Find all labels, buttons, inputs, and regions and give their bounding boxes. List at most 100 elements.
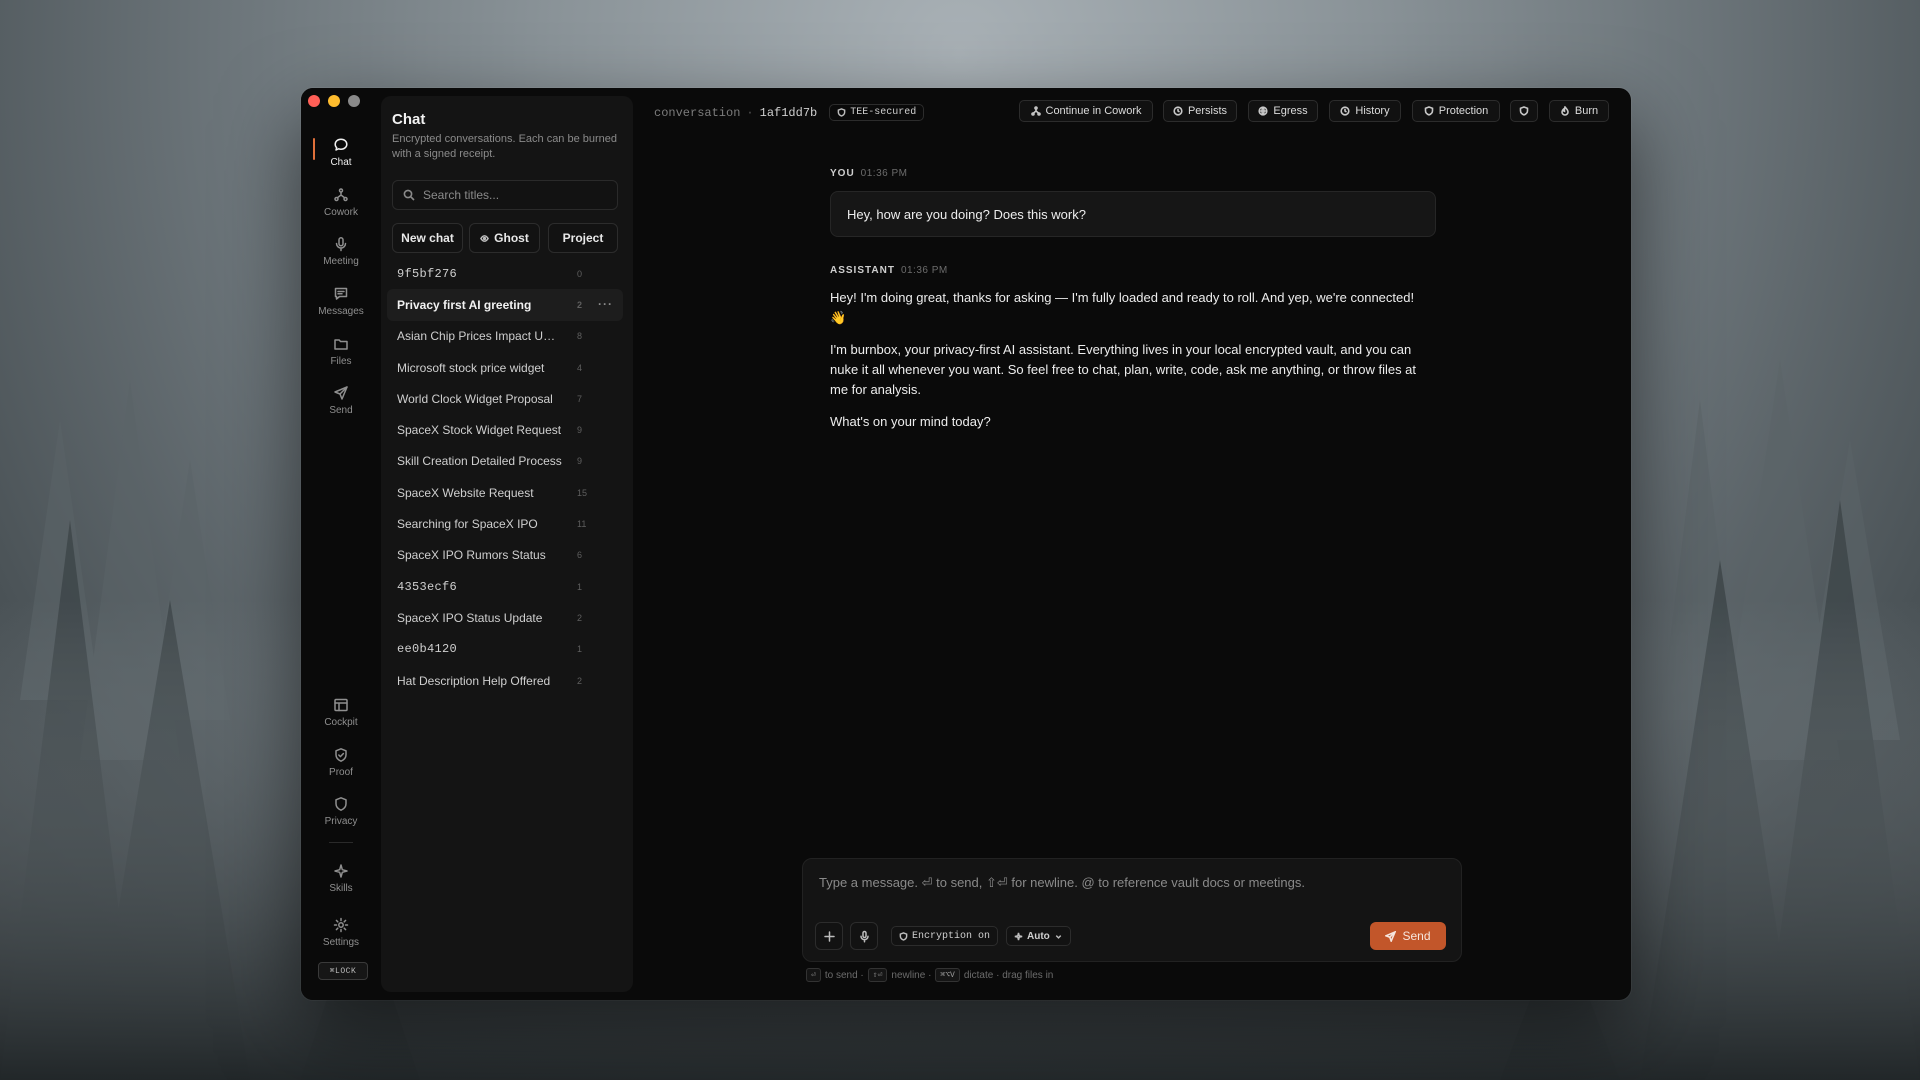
nav-skills-label: Skills [329,882,353,894]
conversation-item[interactable]: Hat Description Help Offered 2 [387,665,623,696]
rail-divider [329,842,353,843]
user-role-label: YOU [830,168,855,179]
nav-cockpit-label: Cockpit [324,716,358,728]
assistant-message-time: 01:36 PM [900,265,948,276]
crumb-separator: · [746,105,754,120]
conversation-title: Asian Chip Prices Impact US Markets [397,329,563,344]
nav-send[interactable]: Send [311,378,371,422]
message-count: 2 [577,612,583,623]
nav-settings[interactable]: Settings [311,910,371,954]
nav-proof[interactable]: Proof [311,740,371,784]
conversation-title: ee0b4120 [397,642,458,657]
conversation-item[interactable]: ee0b4120 1 [387,634,623,665]
microphone-icon [335,236,347,251]
shield-icon [899,931,908,941]
composer-placeholder[interactable]: Type a message. ⏎ to send, ⇧⏎ for newlin… [819,875,1305,891]
cockpit-icon [334,698,348,711]
close-window-button[interactable] [308,95,320,107]
encryption-label: Encryption on [912,930,991,942]
continue-label: Continue in Cowork [1045,105,1142,117]
conversation-item[interactable]: Microsoft stock price widget 4 [387,352,623,383]
nav-skills[interactable]: Skills [311,856,371,900]
conversation-item[interactable]: SpaceX IPO Status Update 2 [387,602,623,633]
project-button[interactable]: Project [548,223,618,253]
conversation-item[interactable]: SpaceX Stock Widget Request 9 [387,414,623,445]
egress-label: Egress [1273,105,1308,117]
folder-icon [334,338,348,350]
assistant-paragraph: What's on your mind today? [830,414,991,429]
shield-icon [1424,106,1434,116]
newline-hint-text: newline · [891,969,932,981]
newline-key-hint: ⇧⏎ [867,968,888,982]
nav-messages[interactable]: Messages [311,279,371,323]
nav-privacy-label: Privacy [324,815,358,827]
message-count: 2 [577,675,583,686]
gear-icon [333,917,349,932]
zoom-window-button[interactable] [348,95,360,107]
conversation-item[interactable]: SpaceX Website Request 15 [387,477,623,508]
search-titles-input[interactable]: Search titles... [392,180,618,210]
messages-icon [334,287,348,300]
plus-icon [823,930,835,942]
nav-chat[interactable]: Chat [311,130,371,174]
model-label: Auto [1027,930,1050,942]
nav-files[interactable]: Files [311,329,371,373]
attach-button[interactable] [815,922,843,950]
burn-button[interactable]: Burn [1549,100,1609,122]
dictate-button[interactable] [850,922,878,950]
persists-button[interactable]: Persists [1163,100,1237,122]
user-message-bubble: Hey, how are you doing? Does this work? [830,191,1436,237]
nav-files-label: Files [330,355,352,367]
nav-privacy[interactable]: Privacy [311,789,371,833]
send-key-hint: ⏎ [806,968,821,982]
lock-button[interactable]: ⌘LOCK [318,962,368,980]
protection-label: Protection [1438,105,1489,117]
message-count: 4 [577,362,583,373]
nav-meeting-label: Meeting [323,255,359,267]
conversation-item[interactable]: Skill Creation Detailed Process 9 [387,446,623,477]
conversation-item[interactable]: World Clock Widget Proposal 7 [387,383,623,414]
nav-send-label: Send [329,404,353,416]
message-count: 6 [577,550,583,561]
conversation-item-active[interactable]: Privacy first AI greeting 2 ··· [387,289,623,321]
nav-meeting[interactable]: Meeting [311,229,371,273]
shield-check-icon [335,747,347,762]
panel-subtitle: Encrypted conversations. Each can be bur… [392,133,618,160]
conversation-item[interactable]: Searching for SpaceX IPO 11 [387,508,623,539]
chevron-down-icon [1055,934,1062,939]
conversation-id: 1af1dd7b [759,105,818,120]
message-count: 11 [577,519,587,530]
conversation-item[interactable]: SpaceX IPO Rumors Status 6 [387,540,623,571]
chat-bubble-icon [334,137,348,151]
ghost-label: Ghost [494,231,529,245]
conversation-title: Privacy first AI greeting [397,297,532,312]
nav-cowork[interactable]: Cowork [311,180,371,224]
model-select[interactable]: Auto [1006,926,1071,946]
conversation-item[interactable]: Asian Chip Prices Impact US Markets 8 [387,321,623,352]
egress-button[interactable]: Egress [1248,100,1318,122]
conversation-item[interactable]: 4353ecf6 1 [387,571,623,602]
send-button[interactable]: Send [1370,922,1446,950]
window-controls [308,95,360,107]
more-options-icon[interactable]: ··· [598,297,613,311]
nav-chat-label: Chat [330,156,352,168]
conversation-item[interactable]: 9f5bf276 0 [387,258,623,289]
new-chat-button[interactable]: New chat [392,223,463,253]
history-button[interactable]: History [1329,100,1401,122]
nav-proof-label: Proof [329,766,353,778]
clock-icon [1340,106,1350,116]
encryption-toggle[interactable]: Encryption on [891,926,999,946]
shield-status-button[interactable] [1510,100,1538,122]
nav-cowork-label: Cowork [324,206,358,218]
assistant-role-label: ASSISTANT [830,265,895,276]
globe-icon [1258,106,1268,116]
nav-cockpit[interactable]: Cockpit [311,690,371,734]
minimize-window-button[interactable] [328,95,340,107]
message-count: 15 [577,487,588,498]
protection-button[interactable]: Protection [1412,100,1500,122]
continue-in-cowork-button[interactable]: Continue in Cowork [1019,100,1153,122]
ghost-chat-button[interactable]: Ghost [469,223,540,253]
message-composer[interactable]: Type a message. ⏎ to send, ⇧⏎ for newlin… [802,858,1462,962]
crumb-label: conversation [654,105,741,120]
message-count: 2 [577,299,583,310]
